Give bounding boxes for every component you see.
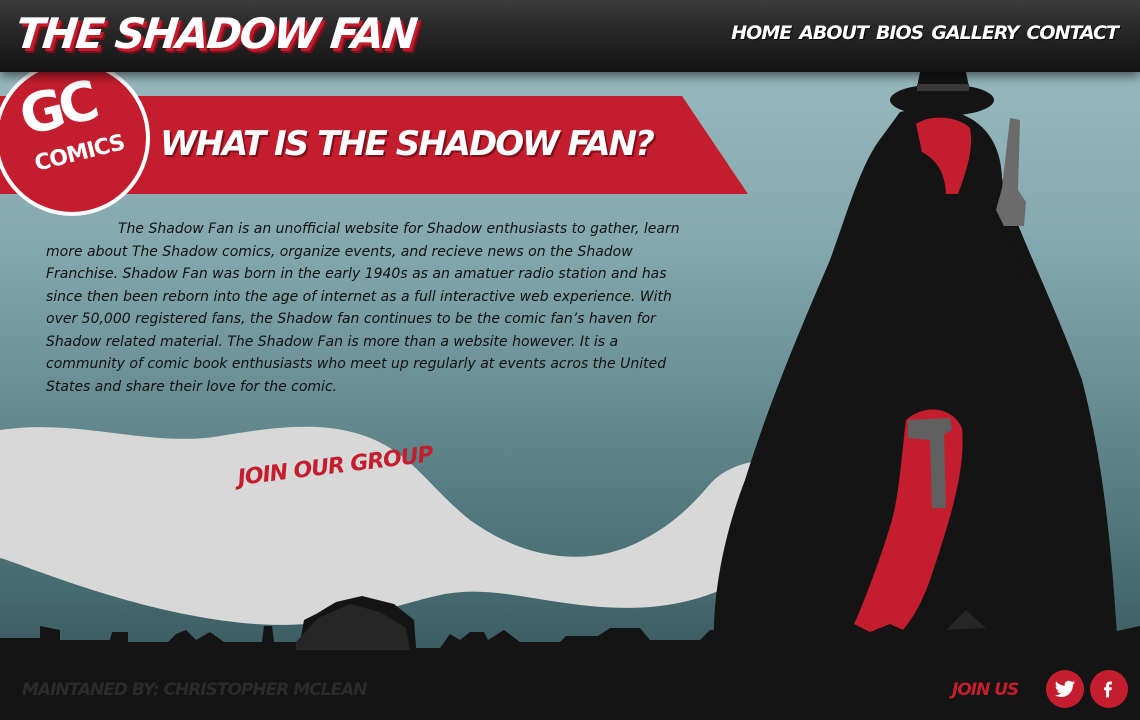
site-title[interactable]: THE SHADOW FAN xyxy=(13,6,418,62)
nav-gallery[interactable]: GALLERY xyxy=(931,22,1019,44)
facebook-f-icon xyxy=(1104,681,1112,698)
nav-bios[interactable]: BIOS xyxy=(876,22,924,44)
main-nav: HOME ABOUT BIOS GALLERY CONTACT xyxy=(731,22,1119,44)
nav-contact[interactable]: CONTACT xyxy=(1026,22,1119,44)
intro-paragraph: The Shadow Fan is an unofficial website … xyxy=(46,221,680,395)
join-us-label: JOIN US xyxy=(952,680,1019,700)
gc-comics-logo: GC COMICS xyxy=(0,60,150,216)
twitter-button[interactable] xyxy=(1046,670,1084,708)
site-header: THE SHADOW FAN HOME ABOUT BIOS GALLERY C… xyxy=(0,0,1140,72)
maintainer-credit: MAINTANED BY: CHRISTOPHER MCLEAN xyxy=(22,680,367,700)
logo-gc-text: GC xyxy=(13,69,101,149)
shadow-hat-band xyxy=(917,84,969,91)
twitter-bird-icon xyxy=(1054,680,1076,697)
page: THE SHADOW FAN HOME ABOUT BIOS GALLERY C… xyxy=(0,0,1140,720)
nav-home[interactable]: HOME xyxy=(731,22,792,44)
section-title: WHAT IS THE SHADOW FAN? xyxy=(160,124,655,164)
nav-about[interactable]: ABOUT xyxy=(799,22,869,44)
facebook-button[interactable] xyxy=(1090,670,1128,708)
